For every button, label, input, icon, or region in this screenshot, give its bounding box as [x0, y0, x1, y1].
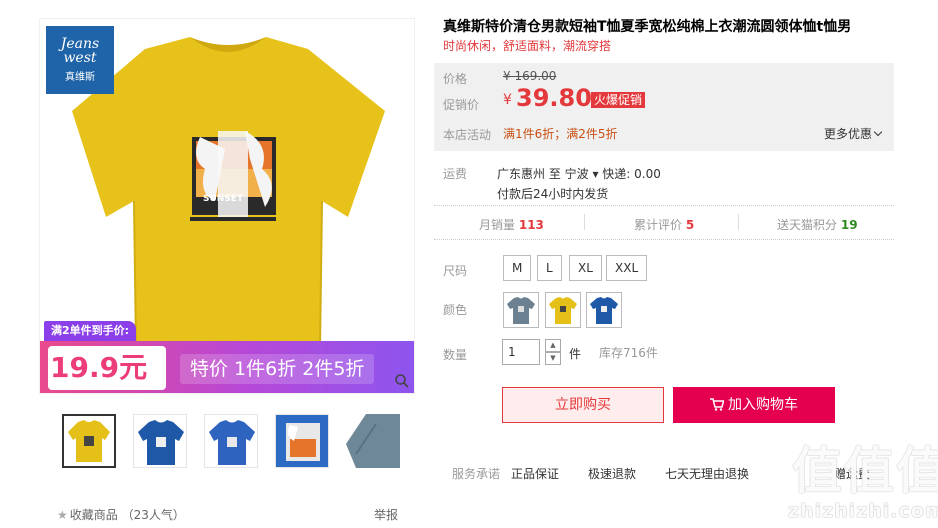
divider — [434, 205, 894, 206]
quantity-decrease-button[interactable]: ▼ — [545, 352, 561, 365]
monthly-sales-label: 月销量 — [479, 218, 516, 232]
review-count[interactable]: 累计评价 5 — [634, 216, 694, 233]
color-option-grey[interactable] — [503, 292, 539, 328]
hot-promo-badge: 火爆促销 — [591, 92, 646, 108]
thumbnail-blue-front[interactable] — [133, 414, 187, 468]
size-label: 尺码 — [443, 264, 468, 278]
stat-separator — [584, 214, 585, 230]
thumbnail-print-detail[interactable] — [275, 414, 329, 468]
more-offers-link[interactable]: 更多优惠 — [824, 125, 883, 142]
thumbnail-grey-detail[interactable] — [346, 414, 400, 468]
star-icon: ★ — [57, 508, 68, 522]
size-option-xl[interactable]: XL — [569, 255, 602, 281]
product-subtitle: 时尚休闲，舒适面料，潮流穿搭 — [443, 39, 612, 53]
favorite-product[interactable]: ★ 收藏商品 （23人气） — [57, 506, 185, 523]
watermark-url: zhizhizhi.com — [788, 500, 938, 522]
price-label: 价格 — [443, 72, 468, 86]
color-label: 颜色 — [443, 303, 468, 317]
zoom-icon[interactable] — [394, 373, 410, 389]
size-option-xxl[interactable]: XXL — [606, 255, 648, 281]
tmall-points: 送天猫积分 19 — [777, 216, 858, 233]
more-offers-label: 更多优惠 — [824, 127, 873, 141]
service-genuine[interactable]: 正品保证 — [511, 465, 559, 482]
promo-price-label: 促销价 — [443, 98, 480, 112]
service-seven-day-return[interactable]: 七天无理由退换 — [665, 465, 749, 482]
quantity-increase-button[interactable]: ▲ — [545, 339, 561, 352]
brand-logo: Jeans west 真维斯 — [46, 26, 114, 94]
size-option-l[interactable]: L — [537, 255, 562, 281]
activity-label: 本店活动 — [443, 128, 492, 142]
promo-tag: 满2单件到手价: — [44, 321, 137, 341]
points-label: 送天猫积分 — [777, 218, 838, 232]
shipping-label: 运费 — [443, 167, 468, 181]
monthly-sales: 月销量 113 — [479, 216, 544, 233]
chevron-down-icon — [873, 127, 883, 137]
monthly-sales-value: 113 — [518, 218, 544, 232]
add-to-cart-button[interactable]: 加入购物车 — [673, 387, 835, 423]
activity-text: 满1件6折；满2件5折 — [503, 127, 618, 141]
color-option-blue[interactable] — [586, 292, 622, 328]
thumbnail-strip — [62, 414, 400, 468]
size-option-m[interactable]: M — [503, 255, 532, 281]
quantity-unit: 件 — [569, 347, 582, 361]
favorite-label: 收藏商品 — [69, 508, 118, 522]
promo-currency: ¥ — [503, 92, 512, 108]
service-shipping-insurance[interactable]: 赠运费 — [834, 465, 870, 482]
thumbnail-yellow-front[interactable] — [62, 414, 116, 468]
promo-overlay-text: 特价 1件6折 2件5折 — [180, 354, 375, 384]
brand-line1: Jeans — [60, 36, 100, 52]
service-label: 服务承诺 — [452, 467, 501, 481]
svg-text:SUNSET: SUNSET — [203, 194, 244, 204]
quantity-label: 数量 — [443, 348, 468, 362]
stock-count: 库存716件 — [599, 346, 658, 360]
promo-overlay-price: 19.9元 — [50, 351, 148, 384]
cart-icon — [710, 398, 724, 411]
divider — [434, 239, 894, 240]
main-product-image[interactable]: SUNSET Jeans west 真维斯 满2单件到手价: 19.9元 特价 … — [39, 18, 415, 394]
report-link[interactable]: 举报 — [374, 506, 398, 523]
service-fast-refund[interactable]: 极速退款 — [588, 465, 636, 482]
points-value: 19 — [840, 218, 858, 232]
quantity-input[interactable]: 1 — [502, 339, 540, 365]
buy-now-button[interactable]: 立即购买 — [502, 387, 664, 423]
add-to-cart-label: 加入购物车 — [728, 397, 798, 413]
stat-separator — [738, 214, 739, 230]
color-option-yellow[interactable] — [545, 292, 581, 328]
shipping-note: 付款后24小时内发货 — [497, 187, 609, 201]
promo-price: 39.80 — [516, 84, 592, 112]
shipping-route[interactable]: 广东惠州 至 宁波 ▾ 快递: 0.00 — [497, 165, 661, 182]
brand-line3: 真维斯 — [65, 72, 95, 83]
reviews-value: 5 — [685, 218, 695, 232]
thumbnail-blue-front-2[interactable] — [204, 414, 258, 468]
reviews-label: 累计评价 — [634, 218, 683, 232]
favorite-count: （23人气） — [121, 508, 185, 522]
original-price: ¥ 169.00 — [503, 69, 557, 83]
site-watermark: 值值值 zhizhizhi.com — [788, 440, 938, 528]
brand-line2: west — [63, 50, 97, 66]
product-title: 真维斯特价清仓男款短袖T恤夏季宽松纯棉上衣潮流圆领体恤t恤男 — [443, 19, 852, 35]
